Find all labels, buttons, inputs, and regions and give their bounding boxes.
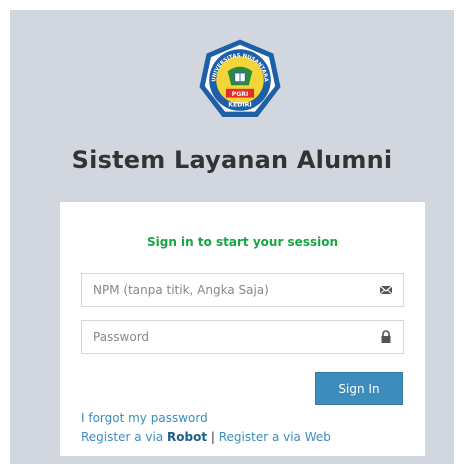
svg-text:PGRI: PGRI [232,91,249,98]
sign-in-button[interactable]: Sign In [315,372,403,405]
login-page: UNIVERSITAS NUSANTARA PGRI KEDIRI Sistem… [10,10,454,464]
register-robot-prefix: Register a via [81,430,167,444]
university-logo: UNIVERSITAS NUSANTARA PGRI KEDIRI [199,39,281,117]
password-field[interactable] [81,320,404,354]
envelope-icon [379,285,393,295]
lock-icon [381,330,391,343]
register-robot-link[interactable]: Register a via Robot [81,430,207,444]
register-web-link[interactable]: Register a via Web [219,430,331,444]
link-separator: | [207,430,219,444]
npm-field[interactable] [81,273,404,307]
npm-input[interactable] [82,274,403,306]
password-input[interactable] [82,321,403,353]
auth-links: I forgot my password Register a via Robo… [81,409,331,447]
svg-text:KEDIRI: KEDIRI [228,101,251,108]
session-message: Sign in to start your session [146,235,339,249]
register-robot-label: Robot [167,430,208,444]
login-box: Sign in to start your session Sign In I … [60,202,425,456]
app-title: Sistem Layanan Alumni [71,146,393,174]
forgot-password-link[interactable]: I forgot my password [81,411,208,425]
